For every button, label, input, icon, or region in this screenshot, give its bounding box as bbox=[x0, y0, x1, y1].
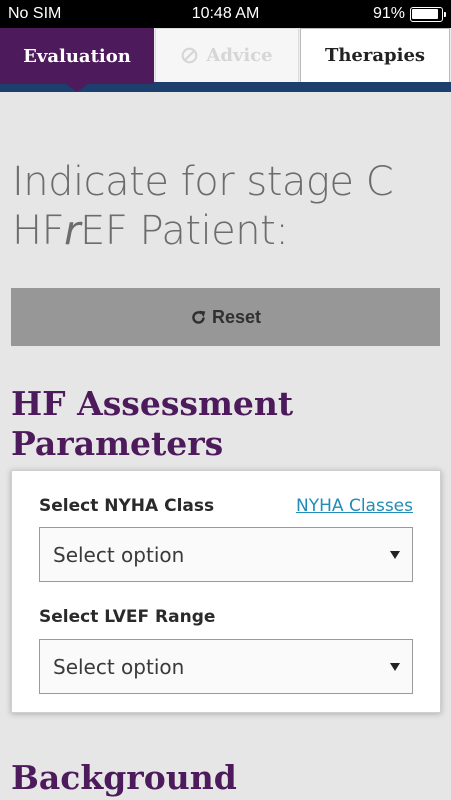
tab-advice[interactable]: Advice bbox=[155, 28, 299, 82]
lvef-range-label: Select LVEF Range bbox=[39, 607, 216, 627]
hf-assessment-heading-line1: HF Assessment bbox=[11, 384, 294, 423]
tab-advice-label: Advice bbox=[206, 45, 273, 66]
active-tab-pointer bbox=[66, 84, 88, 92]
nyha-classes-link[interactable]: NYHA Classes bbox=[296, 496, 413, 516]
page-title-line2-a: HF bbox=[12, 208, 65, 254]
caret-down-icon bbox=[390, 551, 400, 559]
status-bar: No SIM 10:48 AM 91% bbox=[0, 0, 451, 28]
background-heading: Background bbox=[11, 758, 237, 797]
tab-evaluation[interactable]: Evaluation bbox=[0, 28, 154, 92]
tab-bar: Evaluation Advice Therapies bbox=[0, 28, 451, 92]
tab-therapies[interactable]: Therapies bbox=[300, 28, 450, 82]
lvef-range-select[interactable]: Select option bbox=[39, 639, 413, 694]
nyha-class-select[interactable]: Select option bbox=[39, 527, 413, 582]
hf-assessment-heading-line2: Parameters bbox=[11, 424, 224, 463]
tab-evaluation-label: Evaluation bbox=[23, 45, 131, 67]
nyha-class-select-value: Select option bbox=[53, 542, 185, 567]
lvef-range-select-value: Select option bbox=[53, 654, 185, 679]
ban-icon bbox=[181, 47, 198, 64]
reset-button[interactable]: Reset bbox=[11, 288, 440, 346]
reset-button-label: Reset bbox=[211, 306, 262, 327]
tab-therapies-label: Therapies bbox=[324, 45, 426, 66]
page-title: Indicate for stage C HFrEF Patient: bbox=[12, 158, 442, 256]
page-title-line2-italic: r bbox=[64, 208, 81, 254]
refresh-icon bbox=[192, 310, 206, 324]
nyha-class-label: Select NYHA Class bbox=[39, 496, 215, 516]
page-title-line1: Indicate for stage C bbox=[12, 159, 394, 205]
hf-assessment-heading: HF Assessment Parameters bbox=[11, 384, 441, 464]
battery-percentage: 91% bbox=[372, 5, 405, 22]
battery-icon bbox=[410, 7, 446, 22]
page-title-line2-b: EF Patient: bbox=[80, 208, 289, 254]
caret-down-icon bbox=[390, 663, 400, 671]
hf-assessment-card: Select NYHA Class NYHA Classes Select op… bbox=[11, 470, 441, 713]
